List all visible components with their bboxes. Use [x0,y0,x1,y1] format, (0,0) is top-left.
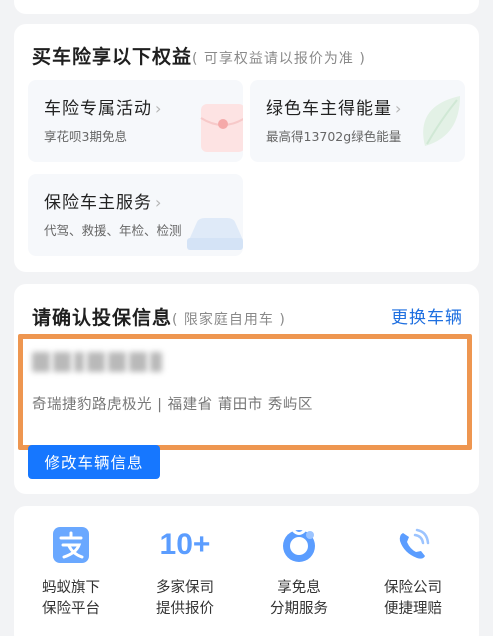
edit-vehicle-button[interactable]: 修改车辆信息 [28,445,160,479]
benefit-desc: 代驾、救援、年检、检测 [44,223,182,238]
benefit-title-text: 绿色车主得能量 [266,99,392,119]
confirm-subtitle: ( 限家庭自用车 ) [172,312,286,328]
benefit-owner-services[interactable]: 保险车主服务 › 代驾、救援、年检、检测 [28,174,243,256]
feature-label: 蚂蚁旗下 保险平台 [14,578,128,620]
chevron-right-icon: › [155,193,163,212]
benefit-desc: 最高得13702g绿色能量 [266,129,402,144]
benefit-title: 绿色车主得能量 › [266,94,402,119]
chevron-right-icon: › [155,99,163,118]
benefits-title: 买车险享以下权益( 可享权益请以报价为准 ) [32,42,366,69]
red-envelope-icon [200,104,243,152]
vehicle-description: 奇瑞捷豹路虎极光 | 福建省 莆田市 秀屿区 [32,397,313,413]
feature-label-line1: 享免息 [277,580,321,596]
feature-label-line2: 保险平台 [42,601,100,617]
feature-label-line1: 蚂蚁旗下 [42,580,100,596]
change-vehicle-link[interactable]: 更换车辆 [391,303,463,328]
chevron-right-icon: › [395,99,403,118]
benefit-title-text: 保险车主服务 [44,193,152,213]
benefit-title-text: 车险专属活动 [44,99,152,119]
feature-label-line1: 保险公司 [384,580,442,596]
feature-ant-platform: 蚂蚁旗下 保险平台 [14,506,128,620]
ten-plus-icon: 10+ [128,522,242,568]
feature-label: 享免息 分期服务 [242,578,356,620]
feature-label-line2: 提供报价 [156,601,214,617]
feature-label-line2: 分期服务 [270,601,328,617]
feature-installment: 享免息 分期服务 [242,506,356,620]
car-icon [187,218,243,250]
benefit-title: 保险车主服务 › [44,188,162,213]
feature-label-line1: 多家保司 [156,580,214,596]
leaf-icon [423,96,460,146]
alipay-icon [14,522,128,568]
ten-plus-text: 10+ [159,528,211,561]
benefit-green-energy[interactable]: 绿色车主得能量 › 最高得13702g绿色能量 [250,80,465,162]
feature-multiple-insurers: 10+ 多家保司 提供报价 [128,506,242,620]
confirm-title-text: 请确认投保信息 [32,307,173,329]
benefits-title-text: 买车险享以下权益 [32,46,193,68]
feature-label: 多家保司 提供报价 [128,578,242,620]
license-plate-blurred [32,352,162,372]
top-card-fragment [14,0,479,14]
benefit-desc: 享花呗3期免息 [44,129,127,144]
benefits-card: 买车险享以下权益( 可享权益请以报价为准 ) 车险专属活动 › 享花呗3期免息 绿… [14,24,479,272]
feature-label-line2: 便捷理赔 [384,601,442,617]
confirm-title: 请确认投保信息( 限家庭自用车 ) [32,303,286,330]
feature-easy-claims: 保险公司 便捷理赔 [356,506,470,620]
feature-label: 保险公司 便捷理赔 [356,578,470,620]
benefit-exclusive-activity[interactable]: 车险专属活动 › 享花呗3期免息 [28,80,243,162]
benefit-title: 车险专属活动 › [44,94,162,119]
installment-icon [242,522,356,568]
phone-service-icon [356,522,470,568]
features-card: 蚂蚁旗下 保险平台 10+ 多家保司 提供报价 享免息 分期服务 保险公司 便捷… [14,506,479,636]
benefits-subtitle: ( 可享权益请以报价为准 ) [192,51,366,67]
